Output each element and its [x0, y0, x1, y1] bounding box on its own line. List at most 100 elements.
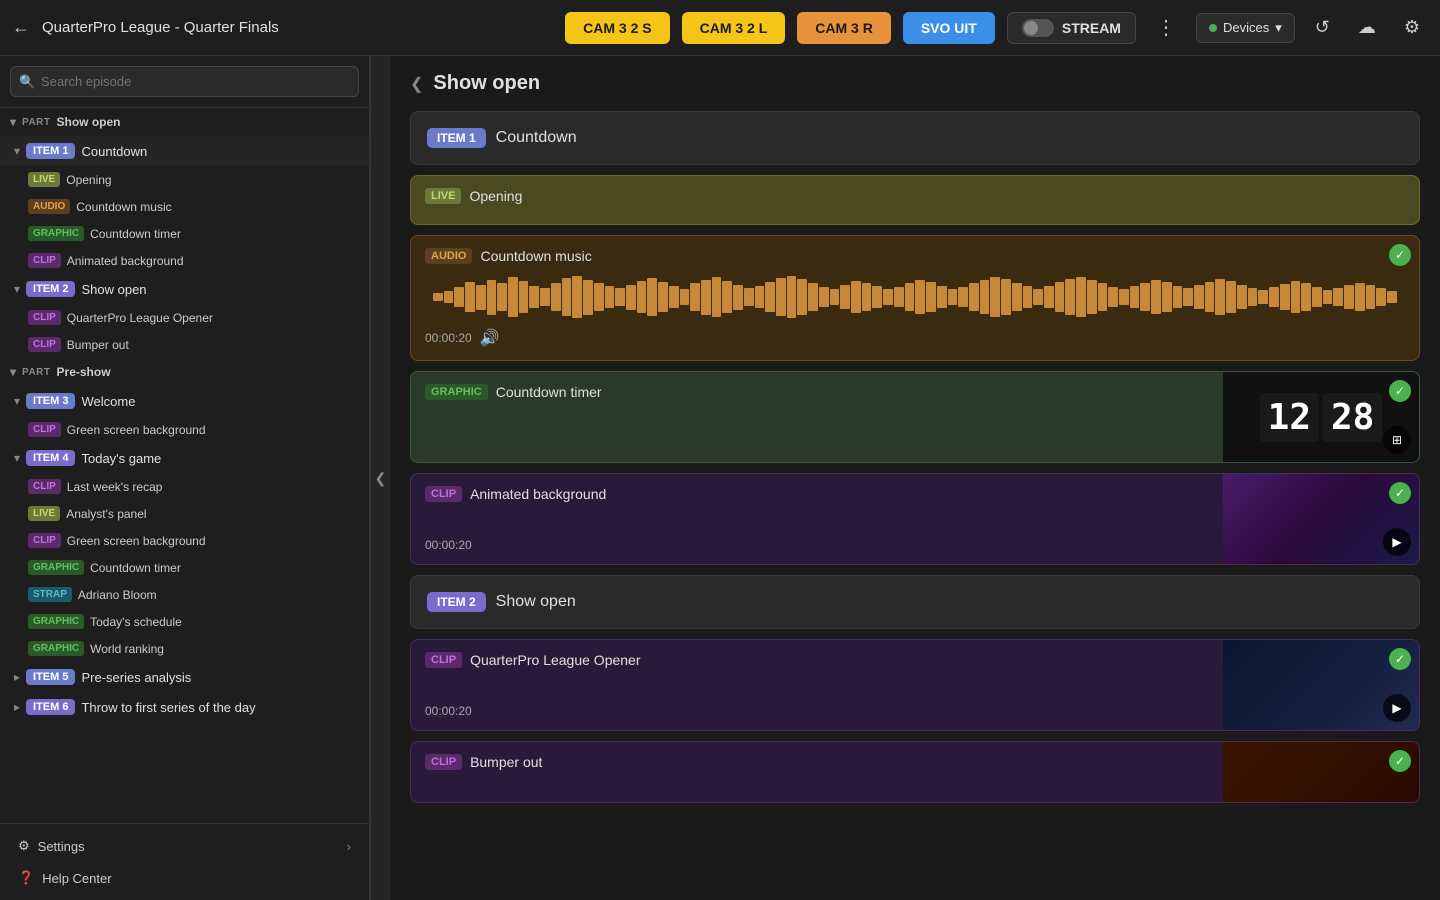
- sidebar-sub-clip-anim[interactable]: CLIP Animated background: [0, 247, 369, 274]
- clip-tag: CLIP: [28, 533, 61, 548]
- sidebar-item-4[interactable]: ▾ ITEM 4 Today's game: [0, 443, 369, 473]
- page-title: QuarterPro League - Quarter Finals: [42, 19, 553, 36]
- search-box: 🔍: [0, 56, 369, 108]
- sidebar-sub-clip-bumper[interactable]: CLIP Bumper out: [0, 331, 369, 358]
- help-footer-icon: ❓: [18, 870, 34, 886]
- sub-label: QuarterPro League Opener: [67, 311, 213, 325]
- graphic-tag: GRAPHIC: [425, 384, 488, 400]
- clip-tag: CLIP: [425, 652, 462, 668]
- cam-3-2-l-button[interactable]: CAM 3 2 L: [682, 12, 786, 44]
- cam-3-r-button[interactable]: CAM 3 R: [797, 12, 891, 44]
- bumper-thumb-visual: [1223, 742, 1419, 802]
- clip-anim-left: CLIP Animated background 00:00:20: [411, 474, 1223, 564]
- play-icon[interactable]: ▶: [1383, 694, 1411, 722]
- refresh-button[interactable]: ↺: [1307, 13, 1338, 42]
- search-input[interactable]: [10, 66, 359, 97]
- graphic-expand-icon[interactable]: ⊞: [1383, 426, 1411, 454]
- sidebar-sub-live-analyst[interactable]: LIVE Analyst's panel: [0, 500, 369, 527]
- settings-button[interactable]: ⚙: [1396, 13, 1428, 42]
- main-layout: 🔍 ▾ PART Show open ▾ ITEM 1 Countdown LI…: [0, 56, 1440, 900]
- sidebar-sub-live-opening[interactable]: LIVE Opening: [0, 166, 369, 193]
- sidebar-item-3[interactable]: ▾ ITEM 3 Welcome: [0, 386, 369, 416]
- audio-tag: AUDIO: [28, 199, 70, 214]
- item-2-card-badge: ITEM 2: [427, 592, 486, 612]
- sidebar-item-5[interactable]: ▸ ITEM 5 Pre-series analysis: [0, 662, 369, 692]
- stream-toggle[interactable]: [1022, 19, 1054, 37]
- collapse-sidebar-button[interactable]: ❮: [370, 56, 390, 900]
- sub-label: Adriano Bloom: [78, 588, 157, 602]
- play-icon[interactable]: ▶: [1383, 528, 1411, 556]
- waveform-bars: [433, 272, 1397, 322]
- cloud-button[interactable]: ☁: [1350, 13, 1384, 42]
- collapse-icon: ▾: [10, 115, 16, 129]
- devices-button[interactable]: Devices ▾: [1196, 13, 1295, 43]
- sidebar-footer: ⚙ Settings › ❓ Help Center: [0, 823, 369, 900]
- item-1-card: ITEM 1 Countdown: [410, 111, 1420, 165]
- live-opening-type-row: LIVE Opening: [425, 188, 1405, 204]
- sidebar-sub-graphic-countdown2[interactable]: GRAPHIC Countdown timer: [0, 554, 369, 581]
- sidebar-item-1[interactable]: ▾ ITEM 1 Countdown: [0, 136, 369, 166]
- clip-bumper-name: Bumper out: [470, 754, 542, 770]
- item-2-badge: ITEM 2: [26, 281, 75, 297]
- content-back-icon[interactable]: ❮: [410, 74, 423, 94]
- sub-label: Today's schedule: [90, 615, 182, 629]
- clip-bumper-thumb: [1223, 742, 1419, 802]
- sidebar-item-2[interactable]: ▾ ITEM 2 Show open: [0, 274, 369, 304]
- audio-left: AUDIO Countdown music 00:00:20 🔊: [411, 236, 1419, 360]
- graphic-timer-card: GRAPHIC Countdown timer 12 28 ⊞ ✓: [410, 371, 1420, 463]
- stream-button[interactable]: STREAM: [1007, 12, 1136, 44]
- audio-time: 00:00:20: [425, 331, 472, 345]
- back-button[interactable]: ←: [12, 17, 30, 38]
- collapse-right-icon: ▸: [14, 700, 20, 714]
- clip-opener-check-badge: ✓: [1389, 648, 1411, 670]
- sidebar-sub-graphic-schedule[interactable]: GRAPHIC Today's schedule: [0, 608, 369, 635]
- sidebar-sub-clip-opener[interactable]: CLIP QuarterPro League Opener: [0, 304, 369, 331]
- part-pre-show[interactable]: ▾ PART Pre-show: [0, 358, 369, 386]
- part-show-open[interactable]: ▾ PART Show open: [0, 108, 369, 136]
- live-opening-card: LIVE Opening: [410, 175, 1420, 225]
- sidebar-sub-clip-green[interactable]: CLIP Green screen background: [0, 416, 369, 443]
- settings-footer-label: Settings: [38, 839, 85, 854]
- sidebar-sub-graphic-timer[interactable]: GRAPHIC Countdown timer: [0, 220, 369, 247]
- sidebar-item-6[interactable]: ▸ ITEM 6 Throw to first series of the da…: [0, 692, 369, 722]
- part-label: PART: [22, 117, 50, 128]
- graphic-left: GRAPHIC Countdown timer: [411, 372, 1223, 462]
- live-tag: LIVE: [28, 506, 60, 521]
- sub-label: Analyst's panel: [66, 507, 146, 521]
- live-opening-left: LIVE Opening: [411, 176, 1419, 224]
- svo-uit-button[interactable]: SVO UIT: [903, 12, 995, 44]
- devices-status-dot: [1209, 24, 1217, 32]
- cam-3-2-s-button[interactable]: CAM 3 2 S: [565, 12, 669, 44]
- content-title: Show open: [433, 72, 540, 95]
- clip-tag: CLIP: [425, 754, 462, 770]
- graphic-name: Countdown timer: [496, 384, 602, 400]
- audio-name: Countdown music: [480, 248, 591, 264]
- clip-opener-left: CLIP QuarterPro League Opener 00:00:20: [411, 640, 1223, 730]
- search-icon: 🔍: [19, 74, 35, 90]
- settings-footer-item[interactable]: ⚙ Settings ›: [10, 832, 359, 860]
- sub-label: Opening: [66, 173, 111, 187]
- graphic-type-row: GRAPHIC Countdown timer: [425, 384, 1209, 400]
- sidebar-sub-strap-adriano[interactable]: STRAP Adriano Bloom: [0, 581, 369, 608]
- sidebar-sub-clip-recap[interactable]: CLIP Last week's recap: [0, 473, 369, 500]
- sidebar-sub-audio-countdown[interactable]: AUDIO Countdown music: [0, 193, 369, 220]
- collapse-icon: ▾: [14, 451, 20, 465]
- audio-countdown-card: AUDIO Countdown music 00:00:20 🔊 ✓: [410, 235, 1420, 361]
- item-6-title: Throw to first series of the day: [81, 700, 255, 715]
- help-center-footer-item[interactable]: ❓ Help Center: [10, 864, 359, 892]
- header: ← QuarterPro League - Quarter Finals CAM…: [0, 0, 1440, 56]
- collapse-icon: ▾: [14, 282, 20, 296]
- clip-tag: CLIP: [28, 479, 61, 494]
- sidebar-sub-clip-green2[interactable]: CLIP Green screen background: [0, 527, 369, 554]
- clip-bumper-check-badge: ✓: [1389, 750, 1411, 772]
- sidebar-sub-graphic-ranking[interactable]: GRAPHIC World ranking: [0, 635, 369, 662]
- content-area: ❮ Show open ITEM 1 Countdown LIVE Openin…: [390, 56, 1440, 900]
- live-opening-name: Opening: [469, 188, 522, 204]
- more-menu-button[interactable]: ⋮: [1148, 11, 1184, 44]
- sub-label: Countdown music: [76, 200, 171, 214]
- graphic-tag: GRAPHIC: [28, 560, 84, 575]
- clip-anim-time: 00:00:20: [425, 538, 472, 552]
- stream-label: STREAM: [1062, 20, 1121, 36]
- item-2-title: Show open: [81, 282, 146, 297]
- volume-icon[interactable]: 🔊: [480, 328, 500, 348]
